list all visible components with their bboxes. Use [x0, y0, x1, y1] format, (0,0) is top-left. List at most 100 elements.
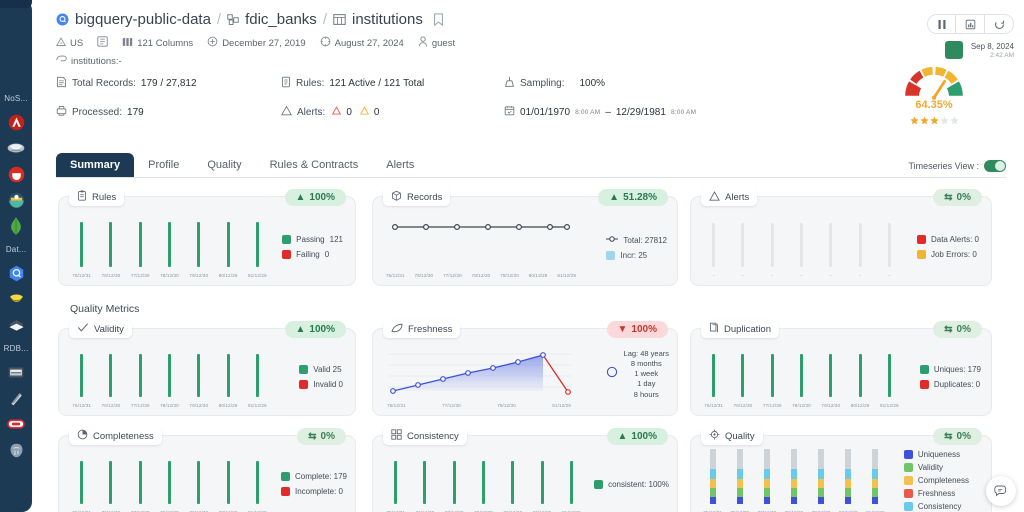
card-consistency-title: Consistency — [407, 430, 459, 442]
breadcrumb-project[interactable]: bigquery-public-data — [75, 11, 211, 28]
bar — [741, 223, 745, 267]
card-records-pct: ▲ 51.28% — [598, 189, 668, 206]
card-duplication-pct: ⇆ 0% — [933, 321, 982, 338]
card-records-badge: Records — [383, 188, 451, 206]
sidebar-item-mysql[interactable] — [0, 359, 32, 385]
sidebar-item-aerospike[interactable] — [0, 109, 32, 135]
card-records-legend: Total: 27812 Incr: 25 — [606, 235, 667, 260]
stacked-bar — [818, 449, 825, 504]
card-rules-legend: Passing 121 Failing 0 — [282, 235, 343, 259]
star-icon-2 — [919, 112, 929, 130]
breadcrumb-table[interactable]: institutions — [352, 11, 423, 28]
xtick: 81/12/29 — [247, 402, 267, 408]
bar — [197, 461, 201, 504]
sidebar-item-couchbase[interactable] — [0, 135, 32, 161]
copy-icon — [709, 322, 719, 336]
xtick: 76/12/30 — [414, 272, 434, 278]
xtick: 77/12/30 — [130, 402, 150, 408]
xtick: 77/12/30 — [443, 272, 462, 278]
consistency-xaxis: 75/12/31 76/12/30 77/12/30 78/12/30 79/1… — [381, 506, 586, 512]
legend-swatch — [916, 250, 926, 259]
sidebar-item-bigquery[interactable] — [0, 260, 32, 286]
bar — [255, 222, 259, 267]
completeness-xaxis: 75/12/31 76/12/30 77/12/30 78/12/30 79/1… — [67, 506, 272, 512]
bookmark-icon[interactable] — [433, 13, 444, 26]
bar — [511, 461, 515, 504]
rules-icon — [281, 76, 291, 91]
card-freshness-legend: Lag: 48 years 8 months 1 week 1 day 8 ho… — [606, 349, 669, 400]
page-header: bigquery-public-data / fdic_banks / inst… — [56, 0, 1024, 140]
legend-label: Incomplete: 0 — [294, 487, 343, 496]
trend-up-icon: ▲ — [617, 431, 628, 442]
card-rules-plot: 75/12/31 76/12/30 77/12/30 78/12/30 79/1… — [67, 215, 272, 281]
legend-swatch — [299, 380, 309, 389]
legend-swatch — [280, 487, 290, 496]
bar — [255, 354, 259, 397]
timeseries-view-toggle[interactable] — [984, 160, 1006, 172]
tab-summary[interactable]: Summary — [56, 153, 135, 177]
report-button[interactable] — [956, 14, 985, 34]
xtick: 75/12/31 — [72, 272, 91, 278]
bar — [109, 461, 113, 504]
pause-button[interactable] — [927, 14, 956, 34]
sidebar-item-postgres[interactable] — [0, 437, 32, 463]
legend-label: Completeness — [917, 476, 969, 485]
alerts-red-icon — [332, 106, 342, 118]
refresh-button[interactable] — [985, 14, 1014, 34]
breadcrumb-dataset[interactable]: fdic_banks — [245, 11, 317, 28]
xtick: 76/12/30 — [101, 272, 121, 278]
card-rules-pct-value: 100% — [309, 192, 335, 203]
xtick: 79/12/30 — [189, 272, 209, 278]
legend-value: 121 — [329, 235, 343, 244]
bar — [481, 461, 485, 504]
run-time: 2:42 AM — [990, 51, 1014, 59]
card-duplication-title: Duplication — [724, 323, 771, 335]
legend-swatch — [280, 472, 290, 481]
consistency-bars — [381, 454, 586, 504]
sidebar-item-oracle[interactable] — [0, 411, 32, 437]
run-status-swatch — [944, 41, 963, 59]
stacked-bar — [872, 449, 879, 504]
card-quality-plot: 75/12/31 76/12/30 77/12/30 78/12/30 79/1… — [699, 449, 889, 512]
stat-alerts: Alerts: 0 0 — [281, 105, 504, 119]
card-freshness: Freshness ▼ 100% 75/12/31 77/12/30 79/12… — [372, 320, 678, 416]
freshness-line-svg — [389, 352, 571, 395]
records-box-icon — [391, 190, 402, 204]
sidebar-group-label-data: Dat... — [5, 245, 27, 254]
card-rules-badge: Rules — [69, 188, 125, 206]
tab-profile[interactable]: Profile — [134, 153, 193, 177]
legend-label: Freshness — [917, 489, 956, 498]
tab-rules-contracts[interactable]: Rules & Contracts — [256, 153, 373, 177]
bar — [770, 223, 774, 267]
stat-range-end: 12/29/1981 — [615, 106, 666, 118]
bar — [255, 461, 259, 504]
legend-swatch — [282, 235, 292, 244]
meta-region-label: US — [70, 37, 84, 49]
legend-label: Validity — [917, 463, 944, 472]
sidebar-group-label-rdbms: RDB... — [3, 344, 29, 353]
sidebar-item-redis[interactable] — [0, 161, 32, 187]
bar — [226, 354, 230, 397]
legend-swatch — [282, 250, 292, 259]
xtick: 78/12/30 — [160, 272, 179, 278]
tab-alerts[interactable]: Alerts — [372, 153, 428, 177]
completeness-bars — [67, 454, 272, 504]
legend-label: consistent: 100% — [608, 480, 669, 489]
chat-button[interactable] — [986, 476, 1016, 506]
clipboard-icon — [77, 190, 87, 204]
card-duplication-pct-value: 0% — [956, 324, 971, 335]
bar — [394, 461, 398, 504]
legend-label: Duplicates: 0 — [933, 380, 981, 389]
sidebar-item-snowflake[interactable] — [0, 286, 32, 312]
sidebar-item-cassandra[interactable] — [0, 187, 32, 213]
sidebar-item-databricks[interactable] — [0, 312, 32, 338]
tab-quality[interactable]: Quality — [193, 153, 255, 177]
validity-bars — [67, 347, 272, 397]
legend-swatch — [606, 251, 616, 260]
xtick: - — [771, 272, 774, 278]
sidebar-item-sqlserver[interactable] — [0, 385, 32, 411]
card-completeness: Completeness ⇆ 0% 75/12/31 76/12/30 77/1… — [58, 427, 356, 512]
processed-icon — [56, 105, 67, 119]
sidebar-item-mongodb[interactable] — [0, 213, 32, 239]
meta-columns-label: 121 Columns — [137, 37, 194, 49]
